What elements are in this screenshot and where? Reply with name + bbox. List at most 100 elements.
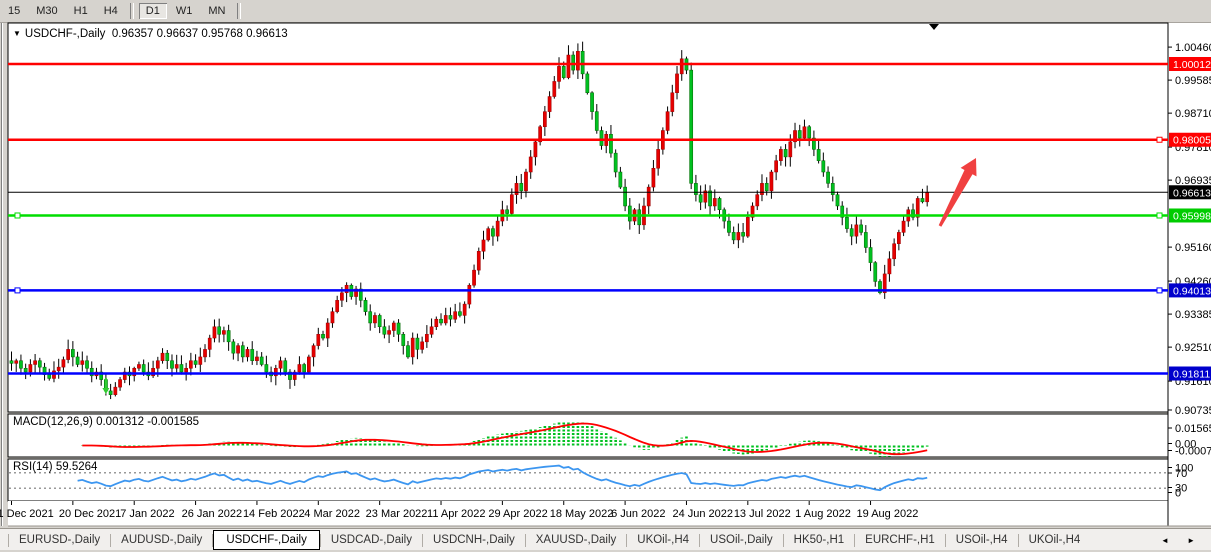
candle-body	[562, 66, 565, 77]
candle-body	[926, 192, 929, 202]
candle-body	[581, 51, 584, 74]
candle-body	[671, 93, 674, 112]
candle-body	[869, 247, 872, 262]
time-axis[interactable]	[8, 502, 1168, 526]
candle-body	[557, 66, 560, 81]
line-handle[interactable]	[15, 288, 20, 293]
price-axis[interactable]	[1168, 23, 1211, 526]
candle-body	[67, 349, 70, 359]
candle-body	[15, 361, 18, 364]
candle-body	[373, 315, 376, 323]
candle-body	[241, 346, 244, 357]
candle-body	[647, 187, 650, 206]
candle-body	[491, 229, 494, 237]
candle-body	[71, 349, 74, 357]
candle-body	[312, 346, 315, 357]
line-handle[interactable]	[1157, 288, 1162, 293]
line-handle[interactable]	[1157, 213, 1162, 218]
candle-body	[81, 361, 84, 365]
candle-body	[614, 153, 617, 172]
candle-body	[690, 70, 693, 183]
candle-body	[567, 55, 570, 78]
candle-body	[19, 361, 22, 369]
candle-body	[472, 270, 475, 285]
candle-body	[836, 195, 839, 206]
candle-body	[227, 331, 230, 342]
candle-body	[222, 331, 225, 335]
candle-body	[236, 346, 239, 354]
candle-body	[180, 364, 183, 372]
line-handle[interactable]	[15, 213, 20, 218]
candle-body	[307, 357, 310, 372]
candle-body	[218, 327, 221, 335]
candle-body	[383, 327, 386, 335]
candle-body	[232, 342, 235, 353]
candle-body	[279, 361, 282, 369]
candle-body	[666, 112, 669, 131]
line-handle[interactable]	[1157, 137, 1162, 142]
candle-body	[454, 312, 457, 320]
candle-body	[850, 229, 853, 237]
candle-body	[29, 364, 32, 372]
candle-body	[482, 240, 485, 251]
candle-body	[822, 161, 825, 172]
candle-body	[170, 361, 173, 369]
candle-body	[458, 312, 461, 316]
candle-body	[175, 364, 178, 368]
candle-body	[619, 172, 622, 187]
candle-body	[444, 315, 447, 323]
candle-body	[902, 221, 905, 232]
candle-body	[831, 183, 834, 194]
chart-title: ▼USDCHF-,Daily 0.96357 0.96637 0.95768 0…	[13, 28, 288, 40]
candle-body	[803, 127, 806, 138]
candle-body	[189, 361, 192, 369]
candle-body	[860, 225, 863, 233]
candle-body	[680, 59, 683, 74]
candle-body	[378, 315, 381, 326]
candle-body	[732, 232, 735, 240]
candle-body	[142, 364, 145, 372]
candle-body	[628, 206, 631, 221]
candle-body	[114, 387, 117, 395]
candle-body	[855, 225, 858, 236]
candle-body	[496, 221, 499, 236]
candle-body	[548, 97, 551, 112]
candle-body	[746, 217, 749, 236]
candle-body	[520, 183, 523, 191]
candle-body	[161, 353, 164, 361]
candle-body	[534, 142, 537, 157]
candle-body	[770, 172, 773, 191]
candle-body	[430, 327, 433, 335]
candle-body	[208, 338, 211, 349]
candle-body	[255, 357, 258, 361]
candle-body	[406, 346, 409, 357]
candle-body	[421, 342, 424, 350]
candle-body	[392, 323, 395, 331]
candle-body	[694, 183, 697, 194]
candle-body	[742, 232, 745, 236]
candle-body	[817, 149, 820, 160]
candle-body	[506, 210, 509, 214]
candle-body	[85, 361, 88, 369]
candle-body	[609, 134, 612, 153]
candle-body	[199, 357, 202, 365]
candle-body	[468, 285, 471, 304]
candle-body	[246, 349, 249, 357]
candle-body	[675, 74, 678, 93]
candle-body	[888, 259, 891, 274]
candle-body	[364, 300, 367, 311]
candle-body	[789, 142, 792, 157]
candle-body	[34, 361, 37, 365]
candle-body	[784, 149, 787, 157]
candle-body	[595, 112, 598, 131]
candle-body	[331, 312, 334, 323]
candle-body	[760, 183, 763, 194]
candle-body	[864, 232, 867, 247]
candle-body	[326, 323, 329, 338]
rsi-name: RSI(14)	[13, 461, 53, 473]
candle-body	[251, 349, 254, 360]
candle-body	[510, 195, 513, 214]
rsi-pane	[8, 459, 1168, 501]
candle-body	[369, 312, 372, 323]
rsi-indicator-label: RSI(14) 59.5264	[13, 461, 97, 473]
